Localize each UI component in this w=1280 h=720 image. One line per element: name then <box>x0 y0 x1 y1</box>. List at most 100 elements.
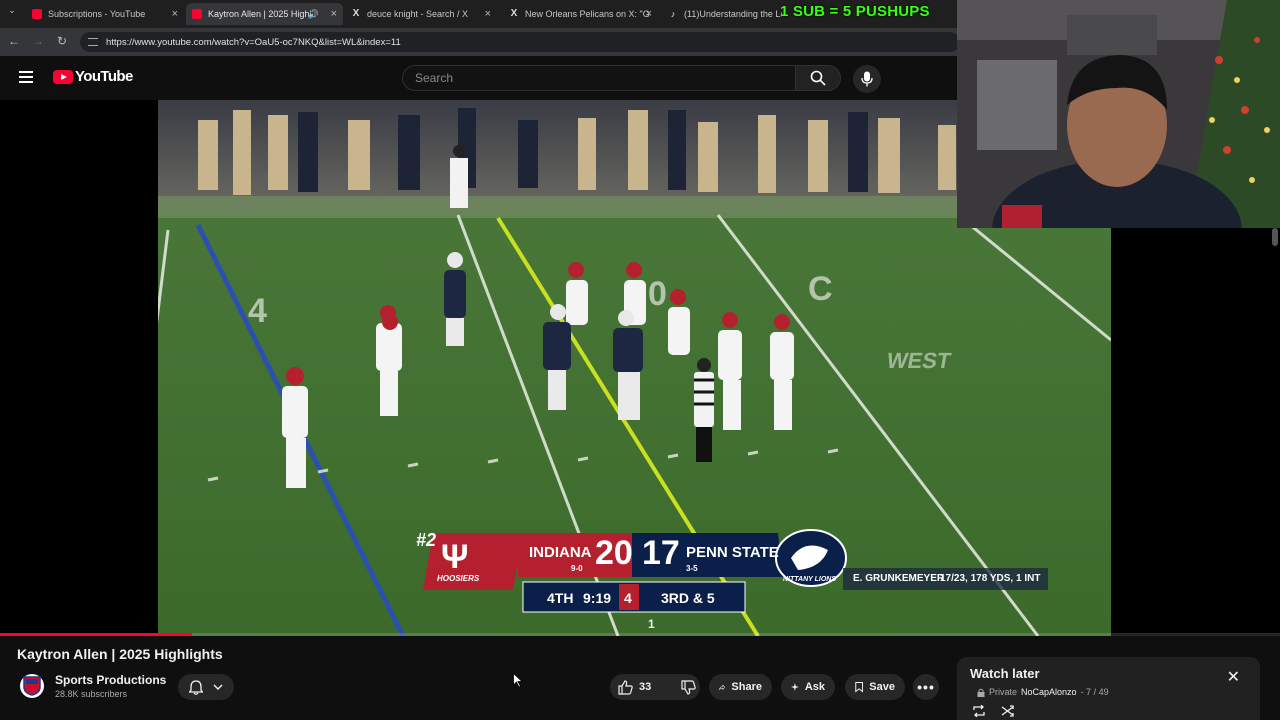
svg-text:4: 4 <box>248 292 267 330</box>
channel-avatar[interactable] <box>20 674 44 698</box>
tab-understanding[interactable]: ♪ (11)Understanding the Lega <box>662 3 782 25</box>
tab-pelicans[interactable]: X New Orleans Pelicans on X: "G × <box>503 3 658 25</box>
player-jersey-number: 1 <box>648 617 655 631</box>
notification-bell-button[interactable] <box>178 674 234 700</box>
search-placeholder: Search <box>415 71 454 85</box>
home-team-record: 3-5 <box>686 564 698 573</box>
stat-line: 17/23, 178 YDS, 1 INT <box>940 573 1041 584</box>
tab-subscriptions[interactable]: Subscriptions - YouTube × <box>26 3 184 25</box>
youtube-header: YouTube Search <box>0 56 957 100</box>
tab-title: Subscriptions - YouTube <box>48 9 146 19</box>
more-actions-button[interactable]: ••• <box>913 674 939 700</box>
tab-title: deuce knight - Search / X <box>367 9 469 19</box>
lock-icon <box>977 688 985 697</box>
iu-logo: Ψ <box>441 538 469 576</box>
youtube-icon <box>192 9 202 19</box>
page-scrollbar[interactable] <box>1270 228 1280 636</box>
url-text: https://www.youtube.com/watch?v=OaU5-oc7… <box>106 36 401 48</box>
subscribe-pushups-banner: 1 SUB = 5 PUSHUPS <box>780 3 930 20</box>
home-team-name: PENN STATE <box>686 544 779 561</box>
site-info-icon[interactable] <box>88 38 98 46</box>
like-button[interactable]: 33 <box>610 674 651 700</box>
svg-text:C: C <box>808 270 833 308</box>
reload-icon[interactable]: ↻ <box>54 34 70 48</box>
playlist-owner[interactable]: NoCapAlonzo <box>1021 687 1077 697</box>
webcam-scene <box>957 0 1280 228</box>
game-quarter: 4TH <box>547 590 574 606</box>
like-dislike-group: 33 <box>610 674 700 700</box>
channel-subscriber-count: 28.8K subscribers <box>55 689 128 699</box>
x-icon: X <box>352 8 360 19</box>
search-icon <box>810 70 826 86</box>
chevron-down-icon <box>213 684 223 690</box>
youtube-play-icon <box>53 69 73 84</box>
shield-icon <box>23 676 41 696</box>
logo-text: YouTube <box>75 68 133 85</box>
loop-icon[interactable] <box>972 705 986 717</box>
ranking-badge: #2 <box>416 530 437 550</box>
share-button[interactable]: Share <box>709 674 772 700</box>
tab-search-icon[interactable]: ⌄ <box>4 5 20 16</box>
save-label: Save <box>869 681 895 693</box>
thumbs-down-icon <box>681 679 696 695</box>
mouse-cursor-icon <box>513 673 523 688</box>
sparkle-icon <box>791 683 799 691</box>
thumbs-up-icon <box>618 679 633 695</box>
back-arrow-icon[interactable]: ← <box>6 34 22 48</box>
tab-title: New Orleans Pelicans on X: "G <box>525 9 650 19</box>
away-team-record: 9-0 <box>571 564 583 573</box>
ask-button[interactable]: Ask <box>781 674 835 700</box>
speaker-icon[interactable]: 🔊 <box>308 9 319 20</box>
game-clock: 9:19 <box>583 590 612 606</box>
more-horizontal-icon: ••• <box>917 679 935 695</box>
tab-title: Kaytron Allen | 2025 Highli <box>208 9 314 19</box>
tab-title: (11)Understanding the Lega <box>684 9 782 19</box>
youtube-icon <box>32 9 42 19</box>
playlist-title[interactable]: Watch later <box>970 666 1040 681</box>
svg-text:0: 0 <box>648 275 667 313</box>
down-and-distance: 3RD & 5 <box>661 590 715 606</box>
bell-icon <box>189 679 203 695</box>
video-progress-bar[interactable] <box>0 633 1280 636</box>
close-icon[interactable]: × <box>172 8 178 20</box>
channel-name[interactable]: Sports Productions <box>55 673 166 687</box>
youtube-logo[interactable]: YouTube <box>53 68 133 85</box>
close-icon[interactable]: ✕ <box>1227 667 1240 687</box>
close-icon[interactable]: × <box>485 8 491 20</box>
tab-deuce-knight[interactable]: X deuce knight - Search / X × <box>345 3 497 25</box>
stat-player-name: E. GRUNKEMEYER <box>853 573 945 584</box>
url-field[interactable]: https://www.youtube.com/watch?v=OaU5-oc7… <box>80 32 960 52</box>
like-count: 33 <box>639 681 652 693</box>
forward-arrow-icon[interactable]: → <box>30 34 46 48</box>
search-input[interactable]: Search <box>402 65 795 91</box>
play-clock: 4 <box>624 590 632 606</box>
away-team-name: INDIANA <box>529 544 592 561</box>
video-title: Kaytron Allen | 2025 Highlights <box>17 646 223 662</box>
away-mascot: HOOSIERS <box>437 574 480 583</box>
microphone-icon <box>861 71 873 87</box>
progress-fill <box>0 633 192 636</box>
scrollbar-thumb[interactable] <box>1272 228 1278 246</box>
close-icon[interactable]: × <box>646 8 652 20</box>
shuffle-icon[interactable] <box>1001 705 1015 717</box>
close-icon[interactable]: × <box>331 8 337 20</box>
playlist-privacy: Private <box>989 687 1018 697</box>
scorebug: #2 Ψ HOOSIERS INDIANA 9-0 20 17 PENN STA… <box>413 528 1053 631</box>
x-icon: X <box>510 8 518 19</box>
dislike-button[interactable] <box>673 674 704 700</box>
share-label: Share <box>731 681 762 693</box>
share-icon <box>719 684 726 690</box>
svg-text:WEST: WEST <box>885 348 953 373</box>
tiktok-icon: ♪ <box>670 9 676 19</box>
voice-search-button[interactable] <box>853 65 881 93</box>
home-mascot: NITTANY LIONS <box>783 576 837 583</box>
save-button[interactable]: Save <box>845 674 905 700</box>
playlist-panel: Watch later Private NoCapAlonzo - 7 / 49… <box>957 657 1260 720</box>
tab-kaytron-allen[interactable]: Kaytron Allen | 2025 Highli 🔊 × <box>186 3 343 25</box>
hamburger-menu-icon[interactable] <box>19 71 33 83</box>
ask-label: Ask <box>804 681 825 693</box>
playlist-meta: Private NoCapAlonzo - 7 / 49 <box>977 687 1109 697</box>
away-team-score: 20 <box>595 534 633 572</box>
search-button[interactable] <box>795 65 841 91</box>
playlist-position: - 7 / 49 <box>1080 687 1109 697</box>
